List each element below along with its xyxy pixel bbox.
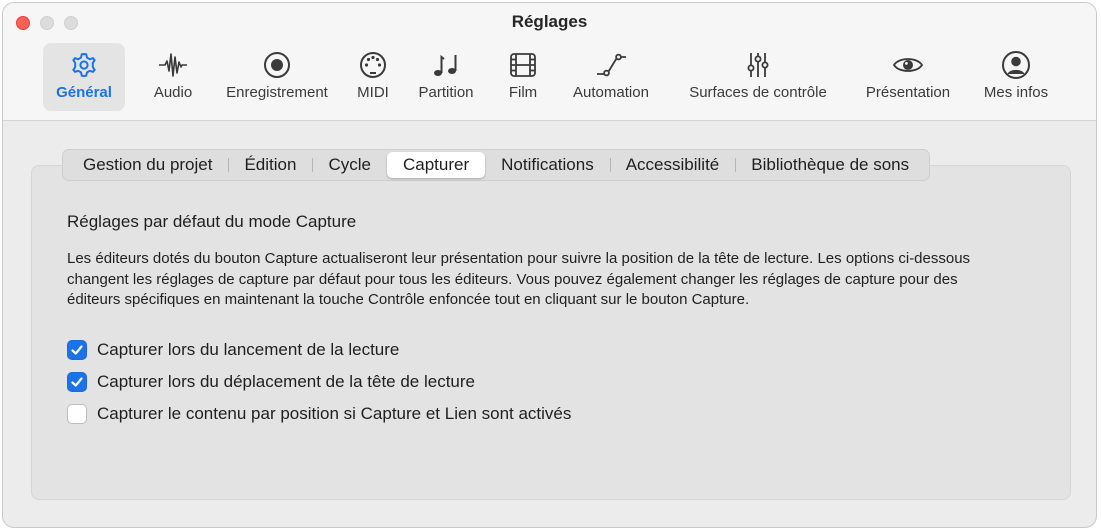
title-bar: Réglages Général Audio Enregistrement MI… xyxy=(3,3,1096,121)
checkmark-icon xyxy=(71,377,83,387)
section-description: Les éditeurs dotés du bouton Capture act… xyxy=(67,250,971,308)
toolbar-label-score: Partition xyxy=(418,84,474,101)
toolbar-item-my-info[interactable]: Mes infos xyxy=(975,43,1057,111)
toolbar-item-automation[interactable]: Automation xyxy=(561,43,661,111)
section-title: Réglages par défaut du mode Capture xyxy=(67,212,357,231)
checkbox-row-catch-on-playback[interactable]: Capturer lors du lancement de la lecture xyxy=(67,340,399,360)
toolbar-label-general: Général xyxy=(56,84,112,101)
checkbox-row-catch-content-by-position[interactable]: Capturer le contenu par position si Capt… xyxy=(67,404,571,424)
toolbar-label-film: Film xyxy=(508,84,538,101)
tab-project-handling[interactable]: Gestion du projet xyxy=(67,152,228,178)
tab-accessibility[interactable]: Accessibilité xyxy=(609,152,736,178)
window-title: Réglages xyxy=(511,12,588,31)
checkbox-catch-on-playhead-move[interactable] xyxy=(67,372,87,392)
toolbar-label-midi: MIDI xyxy=(357,84,389,101)
film-icon xyxy=(510,53,536,77)
toolbar-item-midi[interactable]: MIDI xyxy=(349,43,397,111)
automation-curve-icon xyxy=(597,53,626,77)
toolbar-item-recording[interactable]: Enregistrement xyxy=(213,43,341,111)
eye-icon xyxy=(892,58,924,72)
toolbar-label-display: Présentation xyxy=(865,84,951,101)
checkbox-label: Capturer lors du lancement de la lecture xyxy=(97,340,400,359)
checkbox-row-catch-on-playhead-move[interactable]: Capturer lors du déplacement de la tête … xyxy=(67,372,475,392)
toolbar-label-automation: Automation xyxy=(573,84,649,101)
toolbar-item-control-surfaces[interactable]: Surfaces de contrôle xyxy=(675,43,841,111)
toolbar-label-my-info: Mes infos xyxy=(983,84,1049,101)
checkbox-label: Capturer le contenu par position si Capt… xyxy=(97,404,572,423)
tab-cycle[interactable]: Cycle xyxy=(312,152,387,178)
record-icon xyxy=(264,52,290,78)
toolbar-item-film[interactable]: Film xyxy=(497,43,549,111)
sliders-icon xyxy=(747,53,769,77)
tab-bar: Gestion du projet Édition Cycle Capturer… xyxy=(62,149,931,181)
checkbox-catch-on-playback[interactable] xyxy=(67,340,87,360)
checkmark-icon xyxy=(71,345,83,355)
checkbox-label: Capturer lors du déplacement de la tête … xyxy=(97,372,476,391)
toolbar-label-audio: Audio xyxy=(153,84,193,101)
settings-window: Réglages Général Audio Enregistrement MI… xyxy=(2,2,1097,528)
checkbox-catch-content-by-position[interactable] xyxy=(67,404,87,424)
waveform-icon xyxy=(159,53,187,77)
gear-icon xyxy=(72,52,96,78)
midi-connector-icon xyxy=(360,52,386,78)
toolbar-item-general[interactable]: Général xyxy=(43,43,125,111)
tab-catch[interactable]: Capturer xyxy=(386,152,486,178)
tab-sound-library[interactable]: Bibliothèque de sons xyxy=(735,152,925,178)
toolbar-item-score[interactable]: Partition xyxy=(408,43,484,111)
person-icon xyxy=(1002,51,1030,79)
toolbar-label-control-surfaces: Surfaces de contrôle xyxy=(689,84,827,101)
toolbar-item-display[interactable]: Présentation xyxy=(855,43,961,111)
music-notes-icon xyxy=(434,54,457,76)
tab-editing[interactable]: Édition xyxy=(228,152,312,178)
toolbar-item-audio[interactable]: Audio xyxy=(143,43,203,111)
toolbar-label-recording: Enregistrement xyxy=(226,84,328,101)
tab-notifications[interactable]: Notifications xyxy=(485,152,610,178)
